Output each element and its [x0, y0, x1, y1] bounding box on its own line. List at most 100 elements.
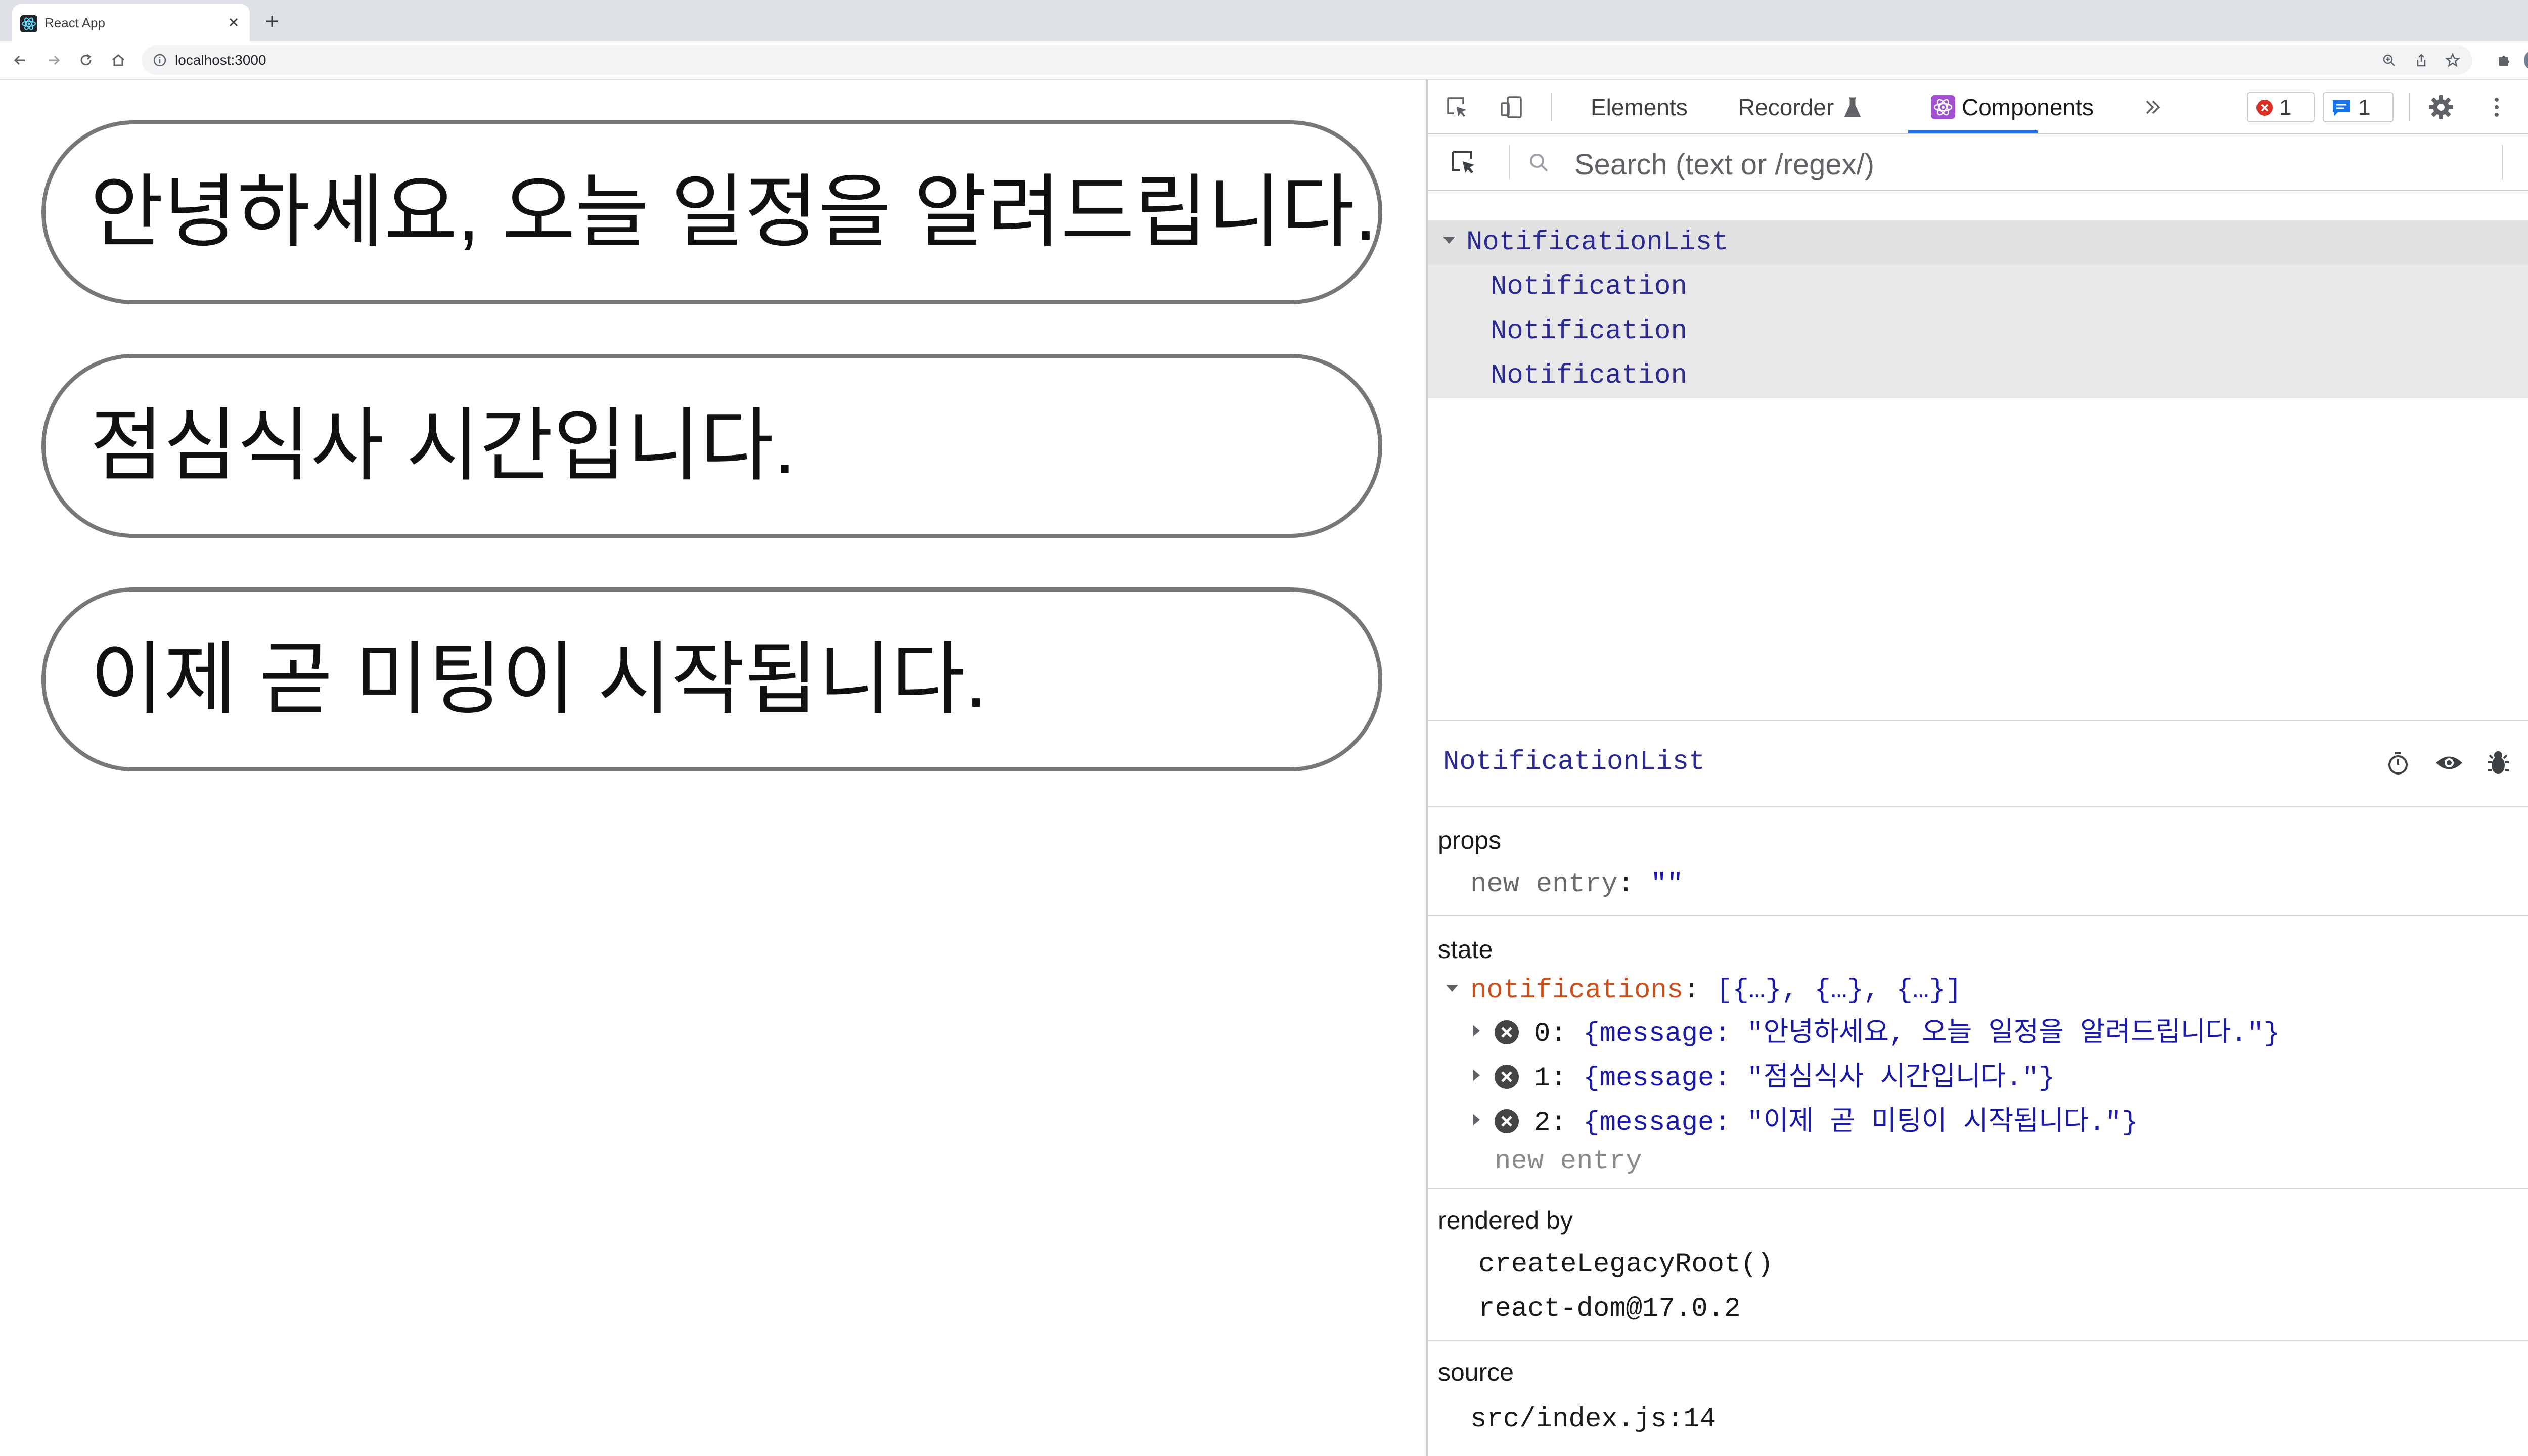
state-item-value: {message: "안녕하세요, 오늘 일정을 알려드립니다."} [1583, 1019, 2280, 1050]
react-components-icon [1931, 95, 1955, 119]
devtools-settings-gear-icon[interactable] [2427, 93, 2455, 121]
new-entry-input[interactable]: new entry [1495, 1146, 1642, 1178]
url-text: localhost:3000 [175, 52, 266, 68]
back-icon[interactable] [11, 51, 29, 69]
page-viewport: 안녕하세요, 오늘 일정을 알려드립니다. 점심식사 시간입니다. 이제 곧 미… [0, 80, 1426, 1456]
home-icon[interactable] [109, 51, 127, 69]
notification-card: 이제 곧 미팅이 시작됩니다. [41, 587, 1382, 771]
new-tab-icon[interactable] [262, 11, 282, 31]
bookmark-star-icon[interactable] [2445, 53, 2460, 68]
remove-item-icon[interactable] [1494, 1108, 1520, 1134]
state-item-value: {message: "이제 곧 미팅이 시작됩니다."} [1583, 1108, 2138, 1139]
state-row[interactable]: notifications: [{…}, {…}, {…}] [1470, 975, 1962, 1007]
more-tabs-chevron-icon[interactable] [2139, 93, 2167, 121]
tree-node-child[interactable]: Notification [1428, 265, 2528, 309]
error-icon [2256, 99, 2273, 116]
experiment-flask-icon [1842, 95, 1863, 119]
state-item-index: 1: [1534, 1063, 1567, 1094]
share-icon[interactable] [2414, 53, 2429, 68]
remove-item-icon[interactable] [1494, 1019, 1520, 1045]
toolbar-divider [1551, 93, 1552, 121]
browser-tab[interactable]: React App [12, 4, 250, 41]
expand-item-arrow-icon[interactable] [1473, 1114, 1480, 1125]
component-search-input[interactable]: Search (text or /regex/) [1574, 149, 1874, 181]
notification-message: 안녕하세요, 오늘 일정을 알려드립니다. [90, 168, 1377, 257]
tree-node-label: Notification [1491, 360, 1687, 391]
tree-node-child[interactable]: Notification [1428, 309, 2528, 354]
inspected-component-name: NotificationList [1443, 747, 1705, 778]
inspector-divider [1428, 720, 2528, 721]
state-item-index: 0: [1534, 1019, 1567, 1050]
extensions-puzzle-icon[interactable] [2495, 51, 2513, 69]
reload-icon[interactable] [77, 51, 95, 69]
collapse-arrow-icon[interactable] [1443, 237, 1455, 244]
forward-icon[interactable] [44, 51, 63, 69]
state-summary: [{…}, {…}, {…}] [1716, 975, 1962, 1006]
expand-item-arrow-icon[interactable] [1473, 1070, 1480, 1081]
rendered-by-item: react-dom@17.0.2 [1478, 1294, 1741, 1325]
inspect-element-icon[interactable] [1443, 93, 1471, 121]
browser-toolbar: localhost:3000 [0, 41, 2528, 80]
stopwatch-icon[interactable] [2384, 749, 2412, 777]
error-count: 1 [2279, 95, 2292, 120]
tab-strip: React App [0, 0, 2528, 41]
tab-components[interactable]: Components [1962, 94, 2094, 120]
state-key: notifications [1470, 975, 1684, 1006]
props-section-title: props [1438, 826, 1502, 854]
devtools-more-options-icon[interactable] [2482, 93, 2511, 121]
expand-item-arrow-icon[interactable] [1473, 1025, 1480, 1036]
notification-card: 점심식사 시간입니다. [41, 354, 1382, 538]
rendered-by-section-title: rendered by [1438, 1206, 1573, 1235]
state-section-title: state [1438, 935, 1493, 964]
message-icon [2332, 99, 2351, 117]
remove-item-icon[interactable] [1494, 1064, 1520, 1090]
react-favicon-icon [20, 15, 37, 32]
state-item[interactable]: 1: {message: "점심식사 시간입니다."} [1534, 1063, 2055, 1095]
tree-node-root[interactable]: NotificationList [1428, 220, 2528, 265]
tree-node-label: NotificationList [1466, 227, 1729, 258]
active-tab-indicator [1908, 130, 2038, 133]
components-search-bar: Search (text or /regex/) [1428, 134, 2528, 191]
rendered-by-item[interactable]: createLegacyRoot() [1478, 1249, 1773, 1281]
message-count: 1 [2358, 95, 2371, 120]
inspector-divider [1428, 806, 2528, 807]
device-toolbar-icon[interactable] [1498, 93, 1526, 121]
tree-node-label: Notification [1491, 316, 1687, 347]
tree-node-label: Notification [1491, 271, 1687, 302]
bug-icon[interactable] [2485, 748, 2512, 778]
expand-state-arrow-icon[interactable] [1446, 985, 1458, 992]
state-item[interactable]: 2: {message: "이제 곧 미팅이 시작됩니다."} [1534, 1107, 2138, 1140]
notification-card: 안녕하세요, 오늘 일정을 알려드립니다. [41, 120, 1382, 304]
state-item-value: {message: "점심식사 시간입니다."} [1583, 1063, 2055, 1094]
tree-node-child[interactable]: Notification [1428, 354, 2528, 398]
inspector-divider [1428, 1340, 2528, 1341]
search-divider [1509, 145, 1510, 180]
site-info-icon[interactable] [152, 52, 168, 68]
error-count-badge[interactable]: 1 [2247, 92, 2315, 122]
inspector-divider [1428, 915, 2528, 916]
tab-title: React App [44, 15, 105, 30]
message-count-badge[interactable]: 1 [2323, 92, 2394, 122]
zoom-icon[interactable] [2381, 53, 2397, 68]
tab-elements[interactable]: Elements [1591, 94, 1688, 120]
toolbar-divider [2409, 93, 2410, 121]
devtools-panel: Elements Recorder Components 1 1 Search … [1428, 80, 2528, 1456]
address-bar[interactable]: localhost:3000 [142, 46, 2472, 75]
state-item-index: 2: [1534, 1108, 1567, 1139]
eye-icon[interactable] [2434, 749, 2464, 777]
prop-row[interactable]: new entry: "" [1470, 869, 1683, 901]
search-icon [1527, 151, 1551, 175]
prop-value: "" [1650, 869, 1684, 900]
state-item[interactable]: 0: {message: "안녕하세요, 오늘 일정을 알려드립니다."} [1534, 1018, 2280, 1051]
inspector-divider [1428, 1188, 2528, 1189]
notification-message: 이제 곧 미팅이 시작됩니다. [90, 635, 987, 724]
notification-message: 점심식사 시간입니다. [90, 401, 796, 490]
devtools-tab-bar: Elements Recorder Components 1 1 [1428, 80, 2528, 134]
select-component-icon[interactable] [1448, 147, 1480, 179]
tab-recorder[interactable]: Recorder [1738, 94, 1834, 120]
prop-key: new entry [1470, 869, 1618, 900]
close-tab-icon[interactable] [224, 13, 243, 31]
source-section-title: source [1438, 1358, 1514, 1386]
source-location[interactable]: src/index.js:14 [1470, 1403, 1716, 1436]
profile-avatar[interactable] [2524, 50, 2528, 71]
